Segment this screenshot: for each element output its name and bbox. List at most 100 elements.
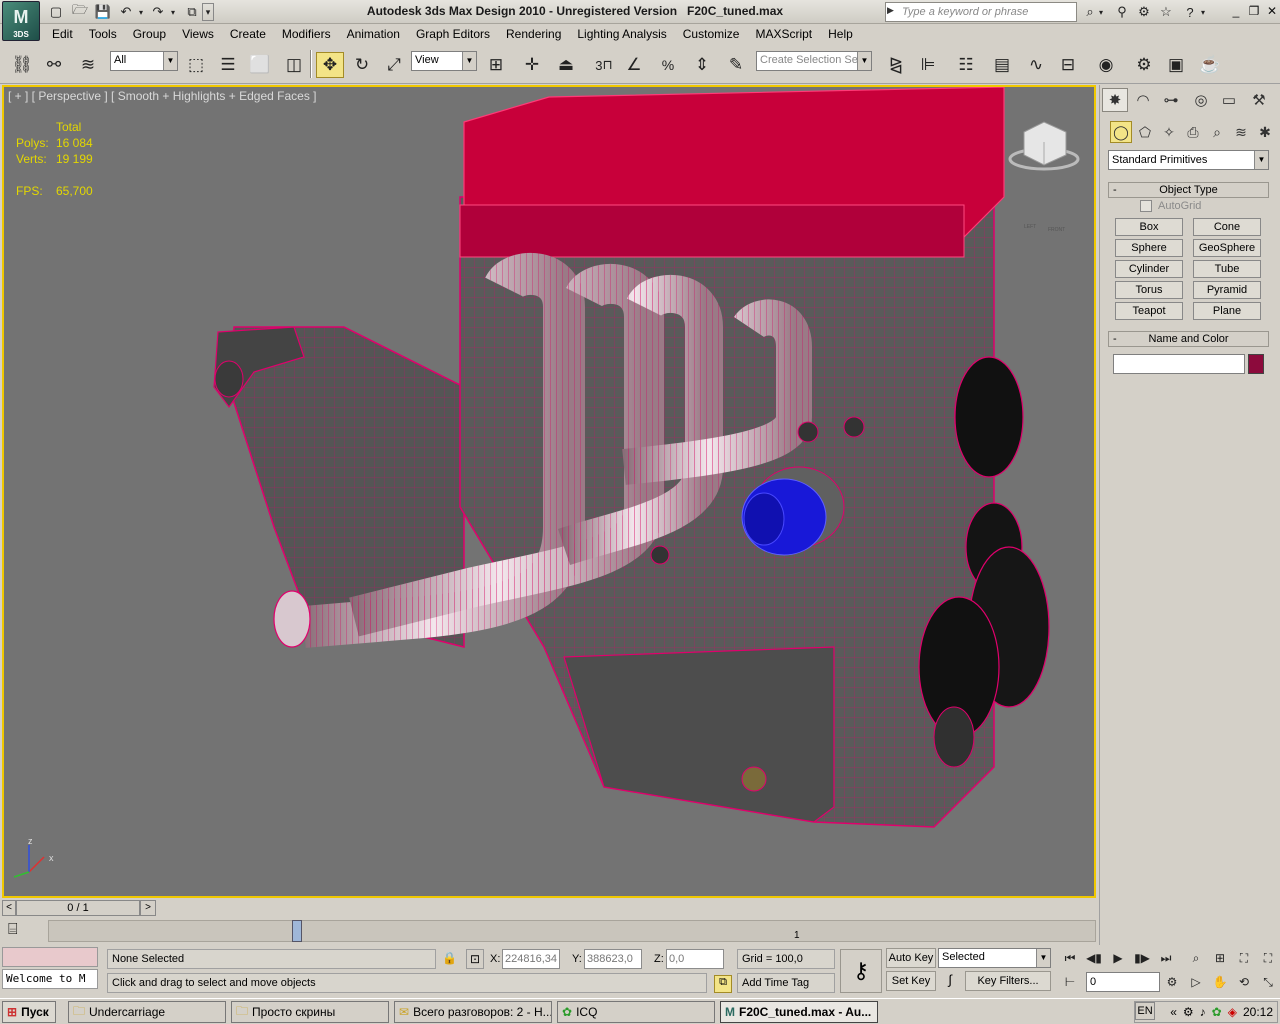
redo-dropdown-icon[interactable]: ▾ — [168, 3, 178, 21]
object-name-input[interactable] — [1113, 354, 1245, 374]
reference-coordinate-select[interactable]: View ▼ — [411, 51, 477, 71]
utilities-tab-icon[interactable]: ⚒ — [1246, 88, 1272, 112]
menu-create[interactable]: Create — [222, 24, 274, 44]
keyboard-shortcut-override-icon[interactable]: ⏏ — [552, 52, 580, 78]
time-slider-prev-icon[interactable]: < — [2, 900, 16, 916]
minimize-icon[interactable]: _ — [1228, 3, 1244, 19]
angle-snap-icon[interactable]: ∠ — [620, 52, 648, 78]
taskbar-item[interactable]: 🗀 Undercarriage — [68, 1001, 226, 1023]
snaps-toggle-icon[interactable]: 3 ⊓ — [590, 52, 618, 78]
key-mode-select[interactable]: Selected ▼ — [938, 948, 1051, 968]
graphite-ribbon-icon[interactable]: ▤ — [988, 52, 1016, 78]
object-category-select[interactable]: Standard Primitives ▼ — [1108, 150, 1269, 170]
application-button[interactable]: M 3DS — [2, 1, 40, 41]
z-coordinate-field[interactable]: 0,0 — [666, 949, 724, 969]
menu-graph-editors[interactable]: Graph Editors — [408, 24, 498, 44]
maxscript-output[interactable] — [2, 947, 98, 967]
spinner-snap-icon[interactable]: ⇕ — [688, 52, 716, 78]
selection-filter-select[interactable]: All ▼ — [110, 51, 178, 71]
edit-named-selection-icon[interactable]: ✎ — [722, 52, 750, 78]
material-editor-icon[interactable]: ◉ — [1092, 52, 1120, 78]
select-and-scale-icon[interactable]: ⤢ — [380, 52, 408, 78]
new-file-icon[interactable]: ▢ — [46, 3, 66, 21]
absolute-mode-icon[interactable]: ⊡ — [466, 949, 484, 969]
favorites-icon[interactable]: ☆ — [1156, 3, 1176, 21]
menu-maxscript[interactable]: MAXScript — [747, 24, 820, 44]
menu-customize[interactable]: Customize — [675, 24, 748, 44]
zoom-extents-all-icon[interactable]: ⛶ — [1258, 948, 1278, 968]
goto-start-icon[interactable]: ⏮ — [1060, 948, 1080, 968]
network-icon[interactable]: ⚙ — [1183, 1005, 1194, 1019]
restore-icon[interactable]: ❐ — [1246, 3, 1262, 19]
select-and-move-icon[interactable]: ✥ — [316, 52, 344, 78]
next-frame-icon[interactable]: ▮▶ — [1132, 948, 1152, 968]
name-and-color-rollout[interactable]: - Name and Color — [1108, 331, 1269, 347]
antivirus-icon[interactable]: ◈ — [1228, 1005, 1237, 1019]
orbit-icon[interactable]: ⟲ — [1234, 972, 1254, 992]
align-icon[interactable]: ⊫ — [914, 52, 942, 78]
taskbar-item[interactable]: ✿ ICQ — [557, 1001, 715, 1023]
goto-end-icon[interactable]: ⏭ — [1156, 948, 1176, 968]
menu-lighting-analysis[interactable]: Lighting Analysis — [569, 24, 674, 44]
default-tangent-icon[interactable]: ∫ — [940, 972, 960, 992]
plane-button[interactable]: Plane — [1193, 302, 1261, 320]
select-by-name-icon[interactable]: ☰ — [214, 52, 242, 78]
pyramid-button[interactable]: Pyramid — [1193, 281, 1261, 299]
key-mode-toggle-icon[interactable]: ⊢ — [1060, 972, 1080, 992]
object-type-rollout[interactable]: - Object Type — [1108, 182, 1269, 198]
object-color-swatch[interactable] — [1248, 354, 1264, 374]
autogrid-checkbox[interactable]: AutoGrid — [1140, 200, 1201, 212]
hierarchy-tab-icon[interactable]: ⊶ — [1158, 88, 1184, 112]
subscription-center-icon[interactable]: ⚲ — [1112, 3, 1132, 21]
taskbar-item[interactable]: ✉ Всего разговоров: 2 - Н... — [394, 1001, 552, 1023]
mirror-icon[interactable]: ⧎ — [882, 52, 910, 78]
redo-icon[interactable]: ↷ — [148, 3, 168, 21]
menu-tools[interactable]: Tools — [81, 24, 125, 44]
engine-model[interactable] — [4, 87, 1094, 896]
pan-view-icon[interactable]: ✋ — [1210, 972, 1230, 992]
help-icon[interactable]: ? — [1180, 3, 1200, 21]
sound-icon[interactable]: ♪ — [1200, 1005, 1206, 1019]
zoom-icon[interactable]: ⌕ — [1186, 948, 1206, 968]
undo-dropdown-icon[interactable]: ▾ — [136, 3, 146, 21]
select-and-manipulate-icon[interactable]: ✛ — [518, 52, 546, 78]
clock[interactable]: 20:12 — [1243, 1005, 1273, 1019]
named-selection-sets-input[interactable]: Create Selection Se ▼ — [756, 51, 872, 71]
taskbar-item-active[interactable]: M F20C_tuned.max - Au... — [720, 1001, 878, 1023]
x-coordinate-field[interactable]: 224816,34 — [502, 949, 560, 969]
space-warps-icon[interactable]: ≋ — [1230, 121, 1252, 143]
set-keys-icon[interactable]: ⚷ — [840, 949, 882, 993]
rendered-frame-window-icon[interactable]: ▣ — [1162, 52, 1190, 78]
quick-access-dropdown-icon[interactable]: ▾ — [202, 3, 214, 21]
geosphere-button[interactable]: GeoSphere — [1193, 239, 1261, 257]
render-production-icon[interactable]: ☕ — [1196, 52, 1224, 78]
menu-edit[interactable]: Edit — [44, 24, 81, 44]
window-crossing-icon[interactable]: ◫ — [280, 52, 308, 78]
time-configuration-icon[interactable]: ⚙ — [1162, 972, 1182, 992]
rectangular-selection-region-icon[interactable]: ⬜ — [246, 52, 274, 78]
menu-help[interactable]: Help — [820, 24, 861, 44]
lock-selection-icon[interactable]: 🔒 — [442, 951, 457, 965]
track-bar-ruler[interactable] — [48, 920, 1096, 942]
render-setup-icon[interactable]: ⚙ — [1130, 52, 1158, 78]
language-indicator[interactable]: EN — [1135, 1002, 1155, 1020]
help-dropdown-icon[interactable]: ▾ — [1198, 3, 1208, 21]
key-filters-button[interactable]: Key Filters... — [965, 971, 1051, 991]
icq-tray-icon[interactable]: ✿ — [1212, 1005, 1222, 1019]
zoom-extents-icon[interactable]: ⛶ — [1234, 948, 1254, 968]
menu-animation[interactable]: Animation — [339, 24, 408, 44]
schematic-view-icon[interactable]: ⊟ — [1054, 52, 1082, 78]
select-and-link-icon[interactable]: ⛓ — [8, 52, 36, 78]
layer-manager-icon[interactable]: ☷ — [952, 52, 980, 78]
time-slider[interactable]: 0 / 1 — [16, 900, 140, 916]
time-tag-icon[interactable]: ⧉ — [714, 975, 732, 993]
pivot-point-center-icon[interactable]: ⊞ — [482, 52, 510, 78]
lights-icon[interactable]: ✧ — [1158, 121, 1180, 143]
modify-tab-icon[interactable]: ◠ — [1130, 88, 1156, 112]
field-of-view-icon[interactable]: ▷ — [1186, 972, 1206, 992]
cylinder-button[interactable]: Cylinder — [1115, 260, 1183, 278]
mini-curve-editor-icon[interactable]: ⌸ — [8, 921, 18, 939]
create-tab-icon[interactable]: ✸ — [1102, 88, 1128, 112]
geometry-icon[interactable]: ◯ — [1110, 121, 1132, 143]
time-slider-next-icon[interactable]: > — [140, 900, 156, 916]
